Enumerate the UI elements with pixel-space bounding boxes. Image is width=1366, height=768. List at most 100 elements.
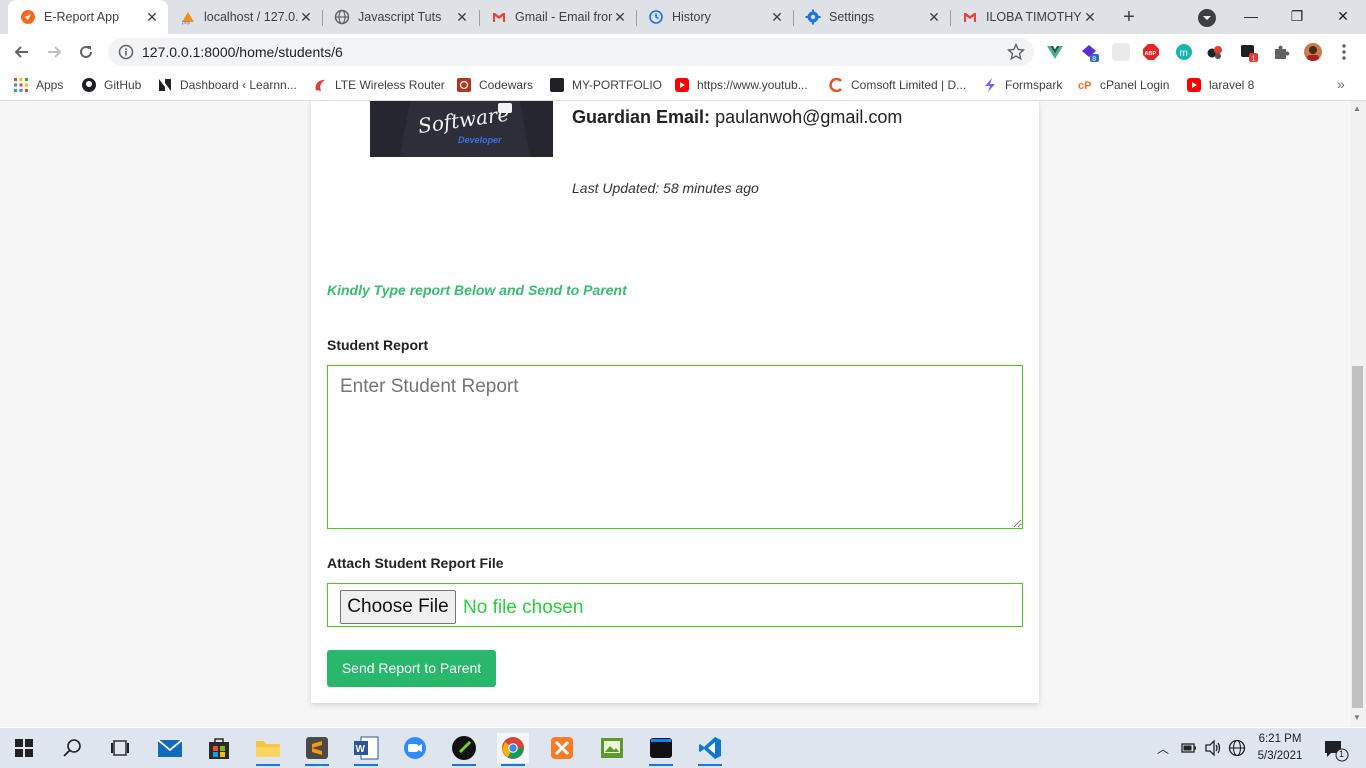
taskbar-clock[interactable]: 6:21 PM 5/3/2021 [1254,731,1306,765]
browser-menu-icon[interactable] [1336,42,1352,62]
close-icon[interactable]: ✕ [926,9,942,26]
student-report-textarea[interactable] [327,365,1023,529]
url-text[interactable]: 127.0.0.1:8000/home/students/6 [142,44,343,60]
image-viewer-icon [601,738,623,758]
tab-phpmyadmin[interactable]: php localhost / 127.0.0 ✕ [168,0,322,34]
back-button[interactable] [10,40,34,64]
active-indicator [501,764,525,766]
close-icon[interactable]: ✕ [769,9,785,26]
task-view-icon [111,740,129,756]
tab-ereport[interactable]: E-Report App ✕ [8,0,168,34]
send-report-button[interactable]: Send Report to Parent [327,650,496,687]
extensions-puzzle-icon[interactable] [1272,43,1290,61]
task-view-button[interactable] [104,733,136,763]
student-photo: Software Developer [370,101,553,157]
taskbar-xampp[interactable] [546,733,578,763]
inkscape-icon [452,736,476,760]
choose-file-button[interactable]: Choose File [340,590,456,624]
close-icon[interactable]: ✕ [144,9,160,26]
close-icon[interactable]: ✕ [1082,9,1098,26]
tab-javascript-tuts[interactable]: Javascript Tuts ✕ [322,0,478,34]
file-input[interactable]: Choose File No file chosen [327,583,1023,627]
minimize-button[interactable]: — [1228,0,1274,34]
profile-avatar[interactable] [1304,43,1322,61]
taskbar-word[interactable]: W [350,733,382,766]
taskbar-sublime[interactable] [301,733,333,766]
bookmark-lte-router[interactable]: LTE Wireless Router [313,76,445,94]
bookmark-github[interactable]: GitHub [82,76,141,94]
tab-gmail[interactable]: Gmail - Email from ✕ [479,0,636,34]
extension-dots-icon[interactable] [1206,43,1224,61]
close-icon[interactable]: ✕ [454,9,470,26]
bookmark-dashboard[interactable]: Dashboard ‹ Learnn... [158,76,297,94]
taskbar-store[interactable] [203,733,235,763]
show-hidden-icons-chevron-icon[interactable]: ︿ [1157,740,1169,757]
scroll-up-icon[interactable]: ▲ [1353,104,1361,113]
action-center-button[interactable]: 1 [1323,738,1349,762]
adblock-icon[interactable]: ABP [1142,43,1160,61]
bookmark-formspark[interactable]: Formspark [983,76,1062,94]
active-indicator [649,764,673,766]
extension-m-icon[interactable]: m [1175,43,1193,61]
windows-icon [15,739,33,757]
bookmark-laravel[interactable]: laravel 8 [1187,76,1254,94]
svg-text:ABP: ABP [1145,51,1157,57]
bookmark-comsoft[interactable]: Comsoft Limited | D... [829,76,966,94]
bookmark-cpanel[interactable]: cP cPanel Login [1078,76,1169,94]
tab-label: Gmail - Email from [515,10,612,24]
tab-settings[interactable]: Settings ✕ [793,0,950,34]
tab-label: Javascript Tuts [358,10,442,24]
bookmarks-overflow-icon[interactable]: » [1337,76,1345,92]
taskbar-mail[interactable] [154,733,186,763]
bookmark-label: cPanel Login [1100,78,1170,92]
tab-gmail-iloba[interactable]: ILOBA TIMOTHY ✕ [950,0,1106,34]
clock-time: 6:21 PM [1258,733,1302,745]
restore-button[interactable]: ❐ [1274,0,1320,34]
reload-icon [80,45,92,58]
terminal-icon [650,738,672,758]
volume-icon[interactable] [1204,739,1222,761]
close-window-button[interactable]: ✕ [1320,0,1366,34]
guardian-email-row: Guardian Email: paulanwoh@gmail.com [572,107,902,128]
scroll-down-icon[interactable]: ▼ [1353,713,1361,722]
formspark-icon [983,78,997,92]
close-icon[interactable]: ✕ [612,9,628,26]
taskbar-vscode[interactable] [694,733,726,766]
close-icon[interactable]: ✕ [298,9,314,26]
extension-badge-icon[interactable]: 8 [1080,43,1099,63]
globe-icon [334,9,350,25]
bookmark-portfolio[interactable]: MY-PORTFOLIO [550,76,662,94]
reload-button[interactable] [74,40,98,64]
taskbar-inkscape[interactable] [448,733,480,766]
new-tab-button[interactable]: + [1118,6,1140,28]
bookmark-youtube[interactable]: https://www.youtub... [675,76,808,94]
network-globe-icon[interactable] [1228,739,1246,762]
phpmyadmin-icon: php [180,9,196,25]
extension-notification-icon[interactable]: 1 [1240,43,1258,63]
bookmark-label: MY-PORTFOLIO [572,78,663,92]
bookmark-star-icon[interactable] [1006,42,1026,66]
taskbar-file-explorer[interactable] [252,733,284,766]
info-icon[interactable] [118,44,134,65]
tab-history[interactable]: History ✕ [636,0,793,34]
tab-search-button[interactable] [1198,9,1216,27]
router-icon [313,78,327,92]
taskbar-chrome[interactable] [497,733,529,766]
bookmark-apps[interactable]: Apps [14,76,63,94]
bookmark-label: Comsoft Limited | D... [851,78,967,92]
battery-icon[interactable] [1181,741,1197,760]
apps-grid-icon [14,78,28,92]
search-button[interactable] [56,733,88,763]
bookmark-codewars[interactable]: Codewars [457,76,533,94]
forward-button[interactable] [42,40,66,64]
scrollbar-thumb[interactable] [1352,366,1363,708]
extension-placeholder-icon[interactable] [1112,43,1130,61]
taskbar-zoom[interactable] [399,733,431,763]
taskbar-terminal[interactable] [645,733,677,766]
settings-icon [805,9,821,25]
vue-devtools-icon[interactable] [1046,43,1064,61]
clock-date: 5/3/2021 [1257,750,1303,762]
taskbar-app-green[interactable] [596,733,628,763]
bookmark-label: GitHub [104,78,142,92]
start-button[interactable] [8,733,40,763]
